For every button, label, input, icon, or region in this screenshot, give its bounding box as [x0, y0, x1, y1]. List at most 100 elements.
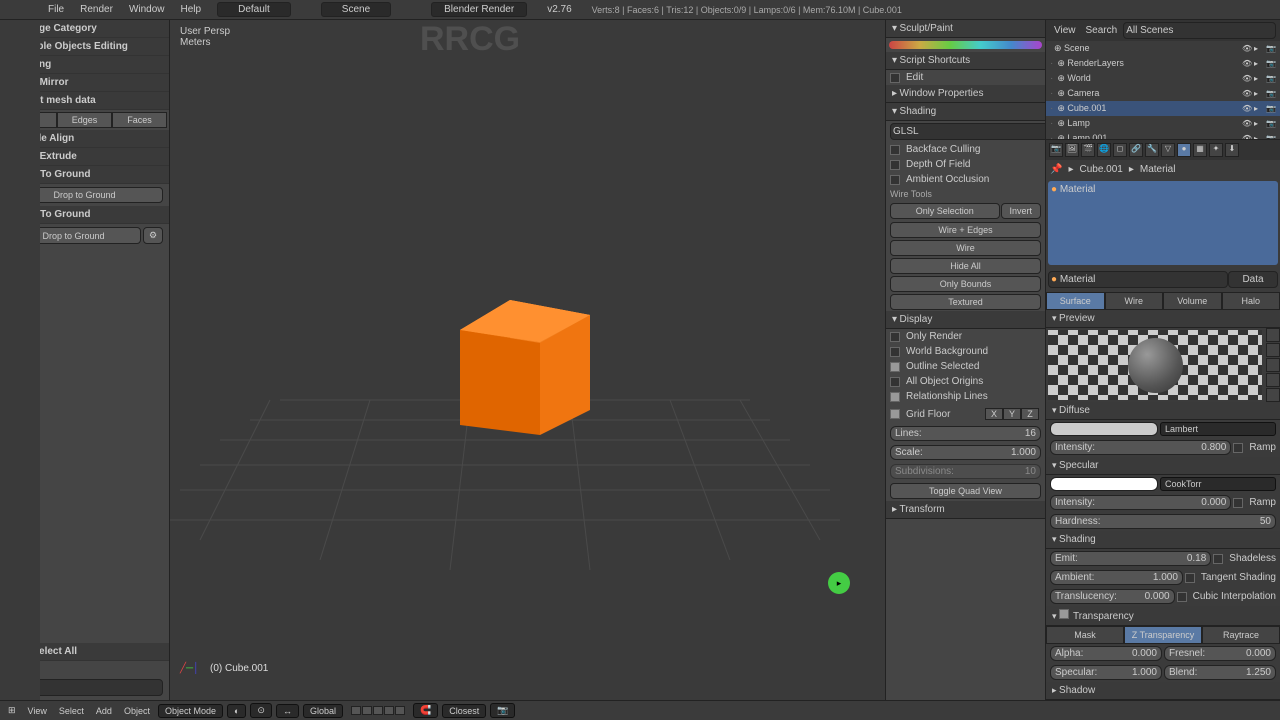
diffuse-color[interactable]: [1050, 422, 1158, 436]
alpha-slider[interactable]: Alpha:0.000: [1050, 646, 1162, 661]
restrict-view-icon[interactable]: 👁: [1242, 119, 1252, 129]
cubic-check[interactable]: Cubic Interpolation: [1193, 591, 1276, 602]
material-link-dropdown[interactable]: Data: [1228, 271, 1278, 288]
tab-wire[interactable]: Wire: [1105, 292, 1164, 310]
restrict-render-icon[interactable]: 📷: [1266, 89, 1276, 99]
menu-window[interactable]: Window: [121, 1, 173, 18]
restrict-select-icon[interactable]: ▸: [1254, 89, 1264, 99]
n-transform[interactable]: ▸ Transform: [886, 501, 1045, 519]
diffuse-header[interactable]: ▾ Diffuse: [1046, 402, 1280, 420]
spec-trans-slider[interactable]: Specular:1.000: [1050, 665, 1162, 680]
backface-check[interactable]: Backface Culling: [906, 144, 980, 155]
material-name-field[interactable]: ● Material: [1048, 271, 1228, 288]
trans-ztrans[interactable]: Z Transparency: [1124, 626, 1202, 644]
mode-dropdown[interactable]: Object Mode: [158, 704, 223, 718]
textured-button[interactable]: Textured: [890, 294, 1041, 310]
restrict-select-icon[interactable]: ▸: [1254, 74, 1264, 84]
shading-header[interactable]: ▾ Shading: [1046, 531, 1280, 549]
restrict-select-icon[interactable]: ▸: [1254, 44, 1264, 54]
preview-flat-icon[interactable]: [1266, 328, 1280, 342]
pivot-dropdown[interactable]: ⊙: [250, 703, 272, 718]
diffuse-shader[interactable]: Lambert: [1160, 422, 1276, 436]
cube-object[interactable]: [440, 280, 640, 480]
restrict-view-icon[interactable]: 👁: [1242, 59, 1252, 69]
specular-intensity[interactable]: Intensity:0.000: [1050, 495, 1231, 510]
tab-physics-icon[interactable]: ⬇: [1225, 143, 1239, 157]
hardness-slider[interactable]: Hardness:50: [1050, 514, 1276, 529]
menu-help[interactable]: Help: [173, 1, 210, 18]
n-winprops[interactable]: ▸ Window Properties: [886, 85, 1045, 103]
manipulator-toggle[interactable]: ↔: [276, 704, 299, 718]
togglequad-button[interactable]: Toggle Quad View: [890, 483, 1041, 499]
tab-render-icon[interactable]: 📷: [1049, 143, 1063, 157]
restrict-select-icon[interactable]: ▸: [1254, 59, 1264, 69]
tab-surface[interactable]: Surface: [1046, 292, 1105, 310]
preview-cube-icon[interactable]: [1266, 358, 1280, 372]
tab-volume[interactable]: Volume: [1163, 292, 1222, 310]
tab-constraints-icon[interactable]: 🔗: [1129, 143, 1143, 157]
specular-shader[interactable]: CookTorr: [1160, 477, 1276, 491]
3d-viewport[interactable]: User Persp Meters ╱─│ (0: [170, 20, 885, 700]
outlinesel-check[interactable]: Outline Selected: [906, 361, 979, 372]
trans-raytrace[interactable]: Raytrace: [1202, 626, 1280, 644]
tab-modifiers-icon[interactable]: 🔧: [1145, 143, 1159, 157]
outliner-item[interactable]: ⊕ Scene👁▸📷: [1046, 41, 1280, 56]
allorigins-check[interactable]: All Object Origins: [906, 376, 983, 387]
onlybounds-button[interactable]: Only Bounds: [890, 276, 1041, 292]
render-engine-dropdown[interactable]: Blender Render: [431, 2, 527, 17]
subdiv-slider[interactable]: Subdivisions:10: [890, 464, 1041, 479]
restrict-view-icon[interactable]: 👁: [1242, 74, 1252, 84]
specular-header[interactable]: ▾ Specular: [1046, 457, 1280, 475]
mat-breadcrumb[interactable]: Material: [1140, 164, 1176, 175]
preview-sphere-icon[interactable]: [1266, 343, 1280, 357]
snap-toggle[interactable]: 🧲: [413, 703, 438, 718]
tab-particles-icon[interactable]: ✦: [1209, 143, 1223, 157]
axis-x[interactable]: X: [985, 408, 1003, 420]
tab-data-icon[interactable]: ▽: [1161, 143, 1175, 157]
menu-file[interactable]: File: [40, 1, 72, 18]
shadeless-check[interactable]: Shadeless: [1229, 553, 1276, 564]
trans-mask[interactable]: Mask: [1046, 626, 1124, 644]
layer-buttons[interactable]: [347, 705, 409, 716]
blend-slider[interactable]: Blend:1.250: [1164, 665, 1276, 680]
tab-texture-icon[interactable]: ▦: [1193, 143, 1207, 157]
menu-render[interactable]: Render: [72, 1, 121, 18]
ao-check[interactable]: Ambient Occlusion: [906, 174, 989, 185]
orientation-dropdown[interactable]: Global: [303, 704, 343, 718]
ambient-slider[interactable]: Ambient:1.000: [1050, 570, 1183, 585]
drop-settings-icon[interactable]: ⚙: [143, 227, 163, 244]
scene-dropdown[interactable]: Scene: [321, 2, 391, 17]
worldbg-check[interactable]: World Background: [906, 346, 988, 357]
emit-slider[interactable]: Emit:0.18: [1050, 551, 1211, 566]
outliner-item[interactable]: · ⊕ Lamp.001👁▸📷: [1046, 131, 1280, 140]
n-display[interactable]: ▾ Display: [886, 311, 1045, 329]
tab-material-icon[interactable]: ●: [1177, 143, 1191, 157]
outliner-filter[interactable]: All Scenes: [1123, 22, 1276, 39]
edges-button[interactable]: Edges: [57, 112, 112, 128]
lines-slider[interactable]: Lines:16: [890, 426, 1041, 441]
hdr-view[interactable]: View: [24, 705, 51, 717]
n-shading[interactable]: ▾ Shading: [886, 103, 1045, 121]
glsl-dropdown[interactable]: GLSL: [890, 123, 1045, 140]
invert-button[interactable]: Invert: [1001, 203, 1042, 219]
wire-button[interactable]: Wire: [890, 240, 1041, 256]
outliner-view-menu[interactable]: View: [1048, 25, 1082, 36]
restrict-render-icon[interactable]: 📷: [1266, 59, 1276, 69]
onlyrender-check[interactable]: Only Render: [906, 331, 962, 342]
diffuse-intensity[interactable]: Intensity:0.800: [1050, 440, 1231, 455]
faces-button[interactable]: Faces: [112, 112, 167, 128]
restrict-view-icon[interactable]: 👁: [1242, 89, 1252, 99]
preview-monkey-icon[interactable]: [1266, 373, 1280, 387]
outliner-item[interactable]: · ⊕ Cube.001👁▸📷: [1046, 101, 1280, 116]
outliner-item[interactable]: · ⊕ World👁▸📷: [1046, 71, 1280, 86]
outliner-item[interactable]: · ⊕ RenderLayers👁▸📷: [1046, 56, 1280, 71]
preview-hair-icon[interactable]: [1266, 388, 1280, 402]
dof-check[interactable]: Depth Of Field: [906, 159, 970, 170]
gridfloor-check[interactable]: Grid Floor: [906, 409, 950, 420]
restrict-render-icon[interactable]: 📷: [1266, 44, 1276, 54]
restrict-render-icon[interactable]: 📷: [1266, 104, 1276, 114]
tab-layers-icon[interactable]: 🖼: [1065, 143, 1079, 157]
specular-color[interactable]: [1050, 477, 1158, 491]
n-shortcuts[interactable]: ▾ Script Shortcuts: [886, 52, 1045, 70]
restrict-render-icon[interactable]: 📷: [1266, 74, 1276, 84]
